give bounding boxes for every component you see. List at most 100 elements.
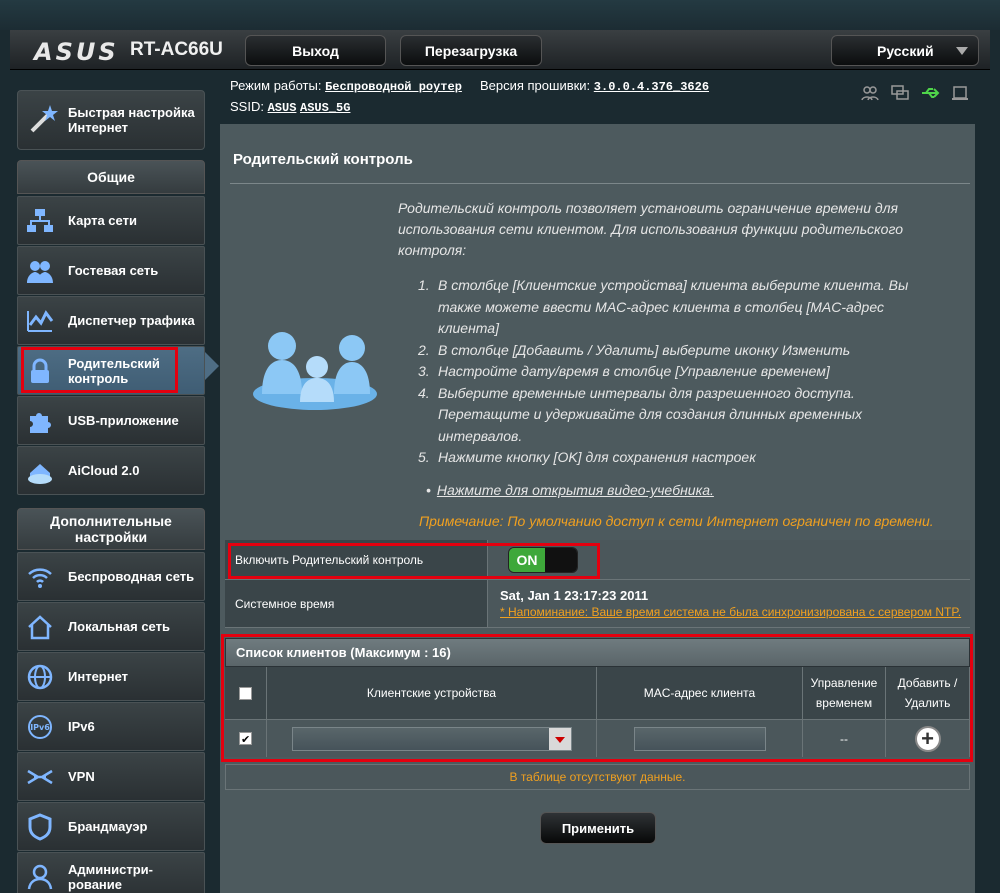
time-label: Системное время: [225, 580, 487, 627]
mode-label: Режим работы:: [230, 78, 322, 93]
instruction-number: 4.: [418, 384, 430, 401]
video-tutorial: • Нажмите для открытия видео-учебника.: [426, 482, 714, 498]
time-row: Системное время Sat, Jan 1 23:17:23 2011…: [225, 580, 970, 628]
sidebar-item-guest-network[interactable]: Гостевая сеть: [17, 246, 205, 295]
shield-icon: [26, 812, 54, 841]
ssid-link-2[interactable]: ASUS_5G: [300, 101, 350, 115]
instruction-text: Нажмите кнопку [OK] для сохранения настр…: [438, 449, 756, 465]
cloud-house-icon: [26, 457, 54, 485]
instruction-item: 5. Нажмите кнопку [OK] для сохранения нас…: [418, 447, 928, 469]
apply-button[interactable]: Применить: [540, 812, 656, 844]
users-icon[interactable]: [860, 84, 880, 102]
wifi-icon: [26, 563, 54, 591]
status-info: Режим работы: Беспроводной роутер Версия…: [230, 76, 709, 118]
mode-link[interactable]: Беспроводной роутер: [325, 80, 462, 94]
sidebar-item-label: Беспроводная сеть: [68, 569, 195, 584]
sidebar-item-label: Администри-рование: [68, 861, 153, 892]
video-tutorial-link[interactable]: Нажмите для открытия видео-учебника.: [437, 482, 714, 498]
sidebar-item-network-map[interactable]: Карта сети: [17, 196, 205, 245]
router-model: RT-AC66U: [130, 39, 223, 60]
window-top-frame: [0, 0, 1000, 30]
firmware-label: Версия прошивки:: [479, 78, 591, 93]
admin-icon: [26, 863, 54, 891]
sidebar-item-label: Гостевая сеть: [68, 263, 159, 278]
traffic-manager-icon: [26, 307, 54, 335]
printer-icon[interactable]: [950, 84, 970, 102]
instruction-text: В столбце [Клиентские устройства] клиент…: [438, 277, 909, 336]
instruction-item: 2. В столбце [Добавить / Удалить] выберит…: [418, 340, 928, 362]
devices-icon[interactable]: [890, 84, 910, 102]
ipv6-icon: IPv6: [26, 713, 54, 741]
chevron-down-icon: [956, 47, 968, 55]
instructions-list: 1. В столбце [Клиентские устройства] клие…: [418, 275, 928, 469]
quick-setup-button[interactable]: Быстрая настройка Интернет: [17, 90, 205, 150]
sidebar-item-ipv6[interactable]: IPv6 IPv6: [17, 702, 205, 751]
vpn-icon: [26, 763, 54, 791]
ntp-warning-link[interactable]: * Напоминание: Ваше время система не был…: [500, 605, 961, 619]
sidebar-item-label: AiCloud 2.0: [68, 463, 140, 478]
system-time-value: Sat, Jan 1 23:17:23 2011: [500, 588, 649, 603]
sidebar-item-wifi[interactable]: Беспроводная сеть: [17, 552, 205, 601]
instruction-text: В столбце [Добавить / Удалить] выберите …: [438, 341, 851, 358]
family-illustration: [250, 324, 380, 419]
asus-logo: ASUS: [34, 38, 119, 66]
logout-button[interactable]: Выход: [245, 35, 386, 66]
empty-table-message: В таблице отсутствуют данные.: [225, 764, 970, 790]
quick-setup-label: Быстрая настройка Интернет: [68, 105, 195, 135]
sidebar-item-globe[interactable]: Интернет: [17, 652, 205, 701]
firmware-link[interactable]: 3.0.0.4.376_3626: [594, 80, 709, 94]
instruction-item: 4. Выберите временные интервалы для разре…: [418, 383, 928, 448]
magic-wand-icon: [28, 103, 58, 138]
instruction-item: 3. Настройте дату/время в столбце [Управл…: [418, 361, 928, 383]
usb-icon[interactable]: [920, 84, 940, 102]
description-text: Родительский контроль позволяет установи…: [398, 200, 903, 258]
instruction-number: 3.: [418, 363, 430, 379]
video-bullet: •: [426, 482, 431, 498]
instruction-text: Настройте дату/время в столбце [Управлен…: [438, 363, 830, 379]
sidebar-item-shield[interactable]: Брандмауэр: [17, 802, 205, 851]
status-icons: [860, 84, 970, 102]
highlight-client-list: [221, 634, 973, 762]
highlight-parental-nav: [21, 347, 178, 393]
instruction-item: 1. В столбце [Клиентские устройства] клие…: [418, 275, 928, 340]
guest-network-icon: [26, 257, 54, 285]
sidebar-item-label: Диспетчер трафика: [68, 313, 195, 328]
active-nav-pointer: [205, 352, 219, 380]
ssid-label: SSID:: [230, 99, 264, 114]
sidebar-item-home[interactable]: Локальная сеть: [17, 602, 205, 651]
sidebar-item-label: Брандмауэр: [68, 819, 148, 834]
instruction-number: 1.: [418, 277, 430, 293]
language-select[interactable]: Русский: [831, 35, 979, 66]
instruction-text: Выберите временные интервалы для разреше…: [438, 384, 863, 444]
reboot-button[interactable]: Перезагрузка: [400, 35, 542, 66]
general-group-title: Общие: [17, 160, 205, 194]
sidebar-item-label: Карта сети: [68, 213, 137, 228]
globe-icon: [26, 663, 54, 691]
language-value: Русский: [877, 42, 934, 59]
sidebar-item-traffic-manager[interactable]: Диспетчер трафика: [17, 296, 205, 345]
puzzle-icon: [26, 407, 54, 435]
page-title: Родительский контроль: [233, 151, 413, 168]
instruction-number: 5.: [418, 449, 430, 465]
main-panel: Родительский контроль Родительский контр…: [220, 124, 975, 893]
sidebar-item-cloud-house[interactable]: AiCloud 2.0: [17, 446, 205, 495]
sidebar-item-puzzle[interactable]: USB-приложение: [17, 396, 205, 445]
sidebar-item-label: USB-приложение: [68, 413, 179, 428]
home-icon: [26, 613, 54, 641]
sidebar-item-label: VPN: [68, 769, 95, 784]
note-text: Примечание: По умолчанию доступ к сети И…: [419, 513, 934, 529]
network-map-icon: [26, 207, 54, 235]
sidebar-item-label: Интернет: [68, 669, 129, 684]
top-bar: ASUS RT-AC66U Выход Перезагрузка Русский: [10, 30, 990, 70]
instruction-number: 2.: [418, 341, 430, 358]
sidebar-item-label: IPv6: [68, 719, 95, 734]
time-cell: Sat, Jan 1 23:17:23 2011 * Напоминание: …: [487, 580, 970, 627]
svg-text:IPv6: IPv6: [30, 723, 50, 732]
title-divider: [230, 183, 970, 184]
ssid-link-1[interactable]: ASUS: [268, 101, 297, 115]
sidebar-item-vpn[interactable]: VPN: [17, 752, 205, 801]
advanced-group-title: Дополнительные настройки: [17, 508, 205, 550]
highlight-enable-toggle: [228, 543, 600, 579]
sidebar-item-admin[interactable]: Администри-рование: [17, 852, 205, 893]
sidebar-item-label: Локальная сеть: [68, 619, 170, 634]
